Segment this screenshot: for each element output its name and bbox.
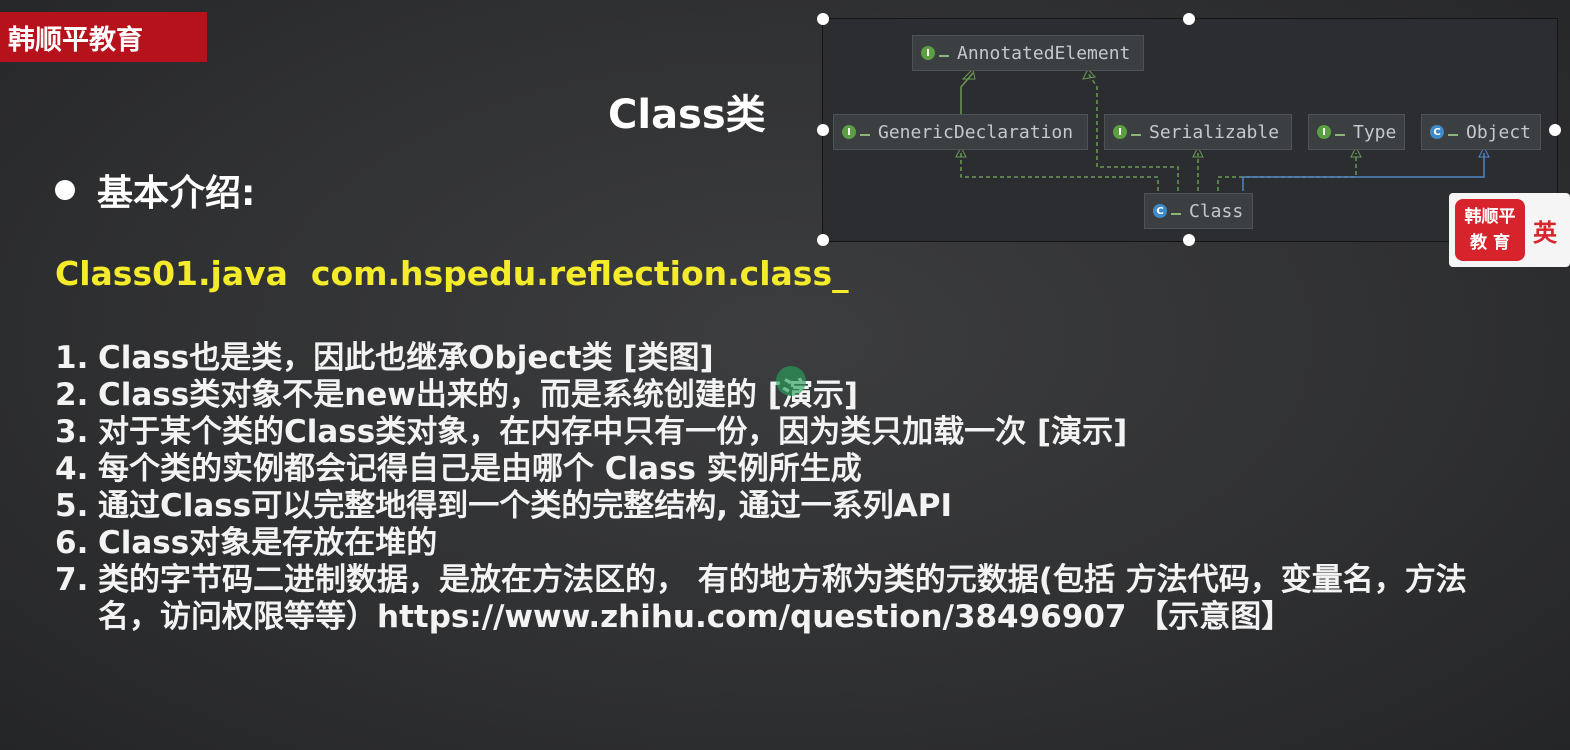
list-item: 6. Class对象是存放在堆的: [55, 525, 438, 561]
visibility-icon: [1171, 207, 1181, 215]
logo-card: 韩顺平 教 育 英: [1449, 193, 1570, 267]
section-heading-label: 基本介绍:: [97, 173, 256, 214]
brand-logo: 韩顺平 教 育: [1455, 199, 1525, 261]
brand-banner: 韩顺平教育: [0, 12, 207, 62]
uml-node-genericdeclaration[interactable]: I GenericDeclaration: [833, 114, 1088, 150]
resize-handle[interactable]: [817, 234, 829, 246]
section-heading: 基本介绍:: [55, 164, 255, 216]
bullet-icon: [55, 180, 75, 200]
list-item: 7. 类的字节码二进制数据，是放在方法区的， 有的地方称为类的元数据(包括 方法代…: [55, 562, 1467, 635]
interface-icon: I: [921, 46, 935, 60]
source-file-line: Class01.java com.hspedu.reflection.class…: [55, 254, 849, 293]
language-toggle[interactable]: 英: [1533, 213, 1557, 248]
slide-title: Class类: [608, 92, 766, 138]
list-item: 3. 对于某个类的Class类对象，在内存中只有一份，因为类只加载一次 [演示]: [55, 414, 1128, 450]
visibility-icon: [1448, 128, 1458, 136]
cursor-highlight: [776, 366, 806, 396]
brand-label: 韩顺平教育: [8, 24, 143, 56]
interface-icon: I: [1317, 125, 1331, 139]
visibility-icon: [1335, 128, 1345, 136]
resize-handle[interactable]: [817, 13, 829, 25]
resize-handle[interactable]: [1549, 124, 1561, 136]
list-item: 4. 每个类的实例都会记得自己是由哪个 Class 实例所生成: [55, 451, 862, 487]
uml-node-class[interactable]: C Class: [1144, 193, 1253, 229]
class-icon: C: [1153, 204, 1167, 218]
visibility-icon: [1131, 128, 1141, 136]
resize-handle[interactable]: [817, 124, 829, 136]
interface-icon: I: [1113, 125, 1127, 139]
list-item: 1. Class也是类，因此也继承Object类 [类图]: [55, 340, 714, 376]
uml-node-annotatedelement[interactable]: I AnnotatedElement: [912, 35, 1144, 71]
class-icon: C: [1430, 125, 1444, 139]
visibility-icon: [939, 49, 949, 57]
uml-diagram[interactable]: I AnnotatedElement I GenericDeclaration …: [817, 13, 1561, 246]
uml-node-object[interactable]: C Object: [1421, 114, 1541, 150]
resize-handle[interactable]: [1183, 234, 1195, 246]
visibility-icon: [860, 128, 870, 136]
resize-handle[interactable]: [1183, 13, 1195, 25]
interface-icon: I: [842, 125, 856, 139]
list-item: 5. 通过Class可以完整地得到一个类的完整结构, 通过一系列API: [55, 488, 953, 524]
uml-node-type[interactable]: I Type: [1308, 114, 1405, 150]
uml-node-serializable[interactable]: I Serializable: [1104, 114, 1292, 150]
